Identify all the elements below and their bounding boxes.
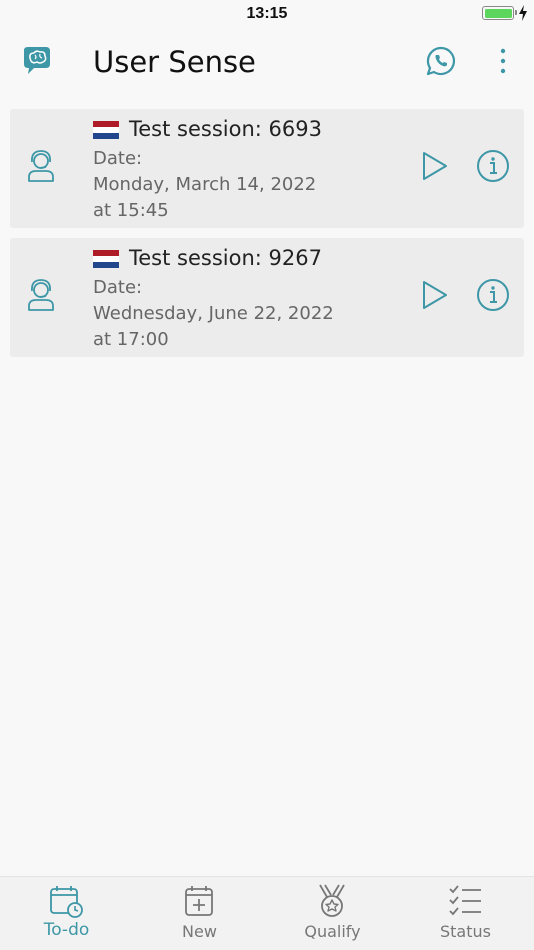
checklist-icon: [449, 885, 481, 916]
app-bar: User Sense: [0, 28, 534, 98]
netherlands-flag-icon: [93, 121, 119, 139]
play-icon[interactable]: [420, 150, 450, 182]
session-card[interactable]: Test session: 9267 Date: Wednesday, June…: [10, 238, 524, 357]
status-time: 13:15: [246, 5, 288, 22]
date-label: Date:: [93, 277, 143, 298]
participant-headset-icon: [28, 150, 54, 182]
session-date: Monday, March 14, 2022: [93, 174, 317, 195]
session-title: Test session: 6693: [129, 117, 322, 141]
tab-qualify[interactable]: Qualify: [266, 877, 399, 950]
tab-label: Status: [440, 922, 491, 941]
bottom-tab-bar: To-do New Qualify Status: [0, 876, 534, 950]
tab-status[interactable]: Status: [399, 877, 532, 950]
date-label: Date:: [93, 148, 143, 169]
session-date: Wednesday, June 22, 2022: [93, 303, 334, 324]
netherlands-flag-icon: [93, 250, 119, 268]
status-bar: 13:15: [0, 0, 534, 28]
battery-icon: [482, 6, 517, 20]
tab-label: To-do: [43, 920, 90, 940]
participant-headset-icon: [28, 279, 54, 311]
session-time: at 17:00: [93, 329, 169, 350]
tab-to-do[interactable]: To-do: [0, 877, 133, 950]
app-title: User Sense: [93, 45, 256, 79]
calendar-clock-icon: [50, 886, 83, 918]
info-icon[interactable]: [476, 149, 510, 183]
play-icon[interactable]: [420, 279, 450, 311]
whatsapp-icon[interactable]: [426, 46, 456, 76]
tab-new[interactable]: New: [133, 877, 266, 950]
info-icon[interactable]: [476, 278, 510, 312]
session-title: Test session: 9267: [129, 246, 322, 270]
medal-icon: [319, 884, 345, 917]
session-card[interactable]: Test session: 6693 Date: Monday, March 1…: [10, 109, 524, 228]
more-vertical-icon[interactable]: [492, 46, 514, 76]
brain-chat-logo-icon: [24, 47, 50, 74]
tab-label: New: [182, 922, 217, 941]
charging-icon: [519, 5, 527, 21]
tab-label: Qualify: [304, 922, 361, 941]
session-time: at 15:45: [93, 200, 169, 221]
calendar-plus-icon: [185, 886, 213, 916]
